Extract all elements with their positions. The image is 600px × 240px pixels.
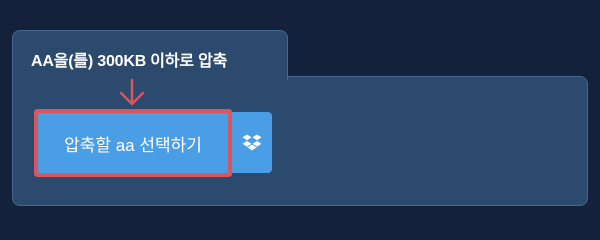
select-file-label: 압축할 aa 선택하기	[64, 135, 202, 155]
compress-tab: AA을(를) 300KB 이하로 압축	[12, 30, 288, 80]
select-file-button[interactable]: 압축할 aa 선택하기	[34, 109, 232, 177]
tab-title: AA을(를) 300KB 이하로 압축	[31, 53, 228, 70]
arrow-down-icon	[119, 78, 145, 106]
dropbox-icon	[242, 134, 262, 150]
dropbox-button[interactable]	[232, 112, 272, 173]
tab-divider-cover	[13, 74, 287, 78]
